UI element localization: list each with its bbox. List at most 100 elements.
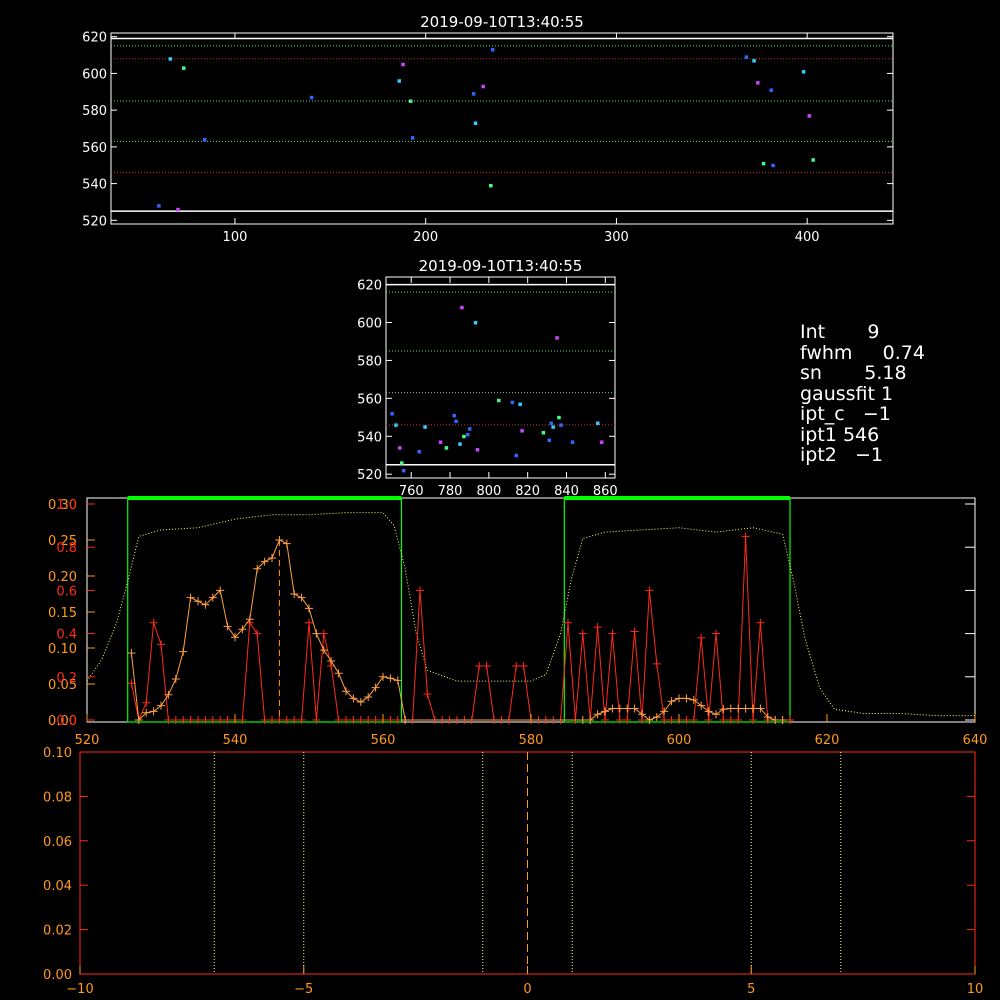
info-panel: Int 9 fwhm 0.74 sn 5.18 gaussfit 1 ipt_c… bbox=[800, 322, 925, 466]
series-orange-point bbox=[186, 593, 195, 602]
x-tick-label: 100 bbox=[223, 230, 248, 245]
series-orange-line bbox=[130, 539, 783, 722]
data-point bbox=[410, 136, 415, 140]
series-red-point bbox=[689, 716, 698, 724]
series-orange-point bbox=[778, 716, 787, 724]
series-orange-point bbox=[334, 669, 343, 678]
x-tick-label: 800 bbox=[476, 484, 501, 499]
plot-frame bbox=[86, 497, 976, 723]
series-red-point bbox=[171, 716, 180, 724]
data-point bbox=[490, 48, 495, 52]
series-red-point bbox=[578, 629, 587, 638]
data-point bbox=[466, 432, 470, 437]
series-orange-point bbox=[675, 694, 683, 703]
series-red-point bbox=[356, 716, 365, 724]
series-red-point bbox=[749, 716, 757, 724]
data-point bbox=[168, 57, 173, 61]
series-red-point bbox=[719, 716, 728, 724]
series-red-point bbox=[282, 716, 291, 724]
y-tick-label: 0.00 bbox=[43, 968, 72, 983]
y-tick-label-red: 0.4 bbox=[56, 628, 77, 643]
series-red-point bbox=[482, 662, 491, 670]
x-tick-label: 640 bbox=[963, 733, 988, 748]
series-red-point bbox=[238, 716, 247, 724]
series-orange-point bbox=[223, 622, 232, 631]
series-red-point bbox=[290, 716, 299, 724]
series-orange-point bbox=[171, 674, 180, 683]
series-orange-point bbox=[712, 710, 720, 719]
data-point bbox=[744, 55, 749, 59]
y-tick-label: 620 bbox=[357, 279, 382, 294]
data-point bbox=[599, 440, 604, 444]
series-red-point bbox=[601, 716, 609, 724]
info-row-int: Int 9 bbox=[800, 321, 880, 343]
series-red-point bbox=[386, 716, 395, 724]
data-point bbox=[460, 305, 464, 310]
series-red-point bbox=[201, 716, 210, 724]
data-point bbox=[202, 138, 207, 142]
y-tick-label: 580 bbox=[357, 354, 382, 369]
data-point bbox=[390, 412, 394, 416]
data-point bbox=[761, 161, 766, 166]
series-orange-point bbox=[615, 704, 624, 713]
series-red-point bbox=[726, 716, 735, 724]
series-orange-point bbox=[245, 615, 254, 624]
series-red-point bbox=[608, 629, 617, 638]
series-orange-point bbox=[734, 704, 743, 713]
series-red-point bbox=[312, 716, 321, 724]
x-tick-label: 5 bbox=[747, 982, 755, 997]
data-point bbox=[559, 423, 563, 427]
y-tick-label: 580 bbox=[82, 104, 107, 119]
series-red-point bbox=[667, 716, 676, 724]
series-orange-point bbox=[282, 539, 291, 548]
y-tick-label-orange: 0.15 bbox=[48, 606, 77, 621]
series-orange-point bbox=[305, 604, 313, 613]
data-point bbox=[514, 453, 519, 458]
series-orange-point bbox=[179, 647, 188, 656]
x-tick-label: 300 bbox=[604, 230, 629, 245]
y-tick-label: 520 bbox=[82, 214, 107, 229]
x-tick-label: 400 bbox=[795, 230, 820, 245]
series-orange-point bbox=[312, 629, 321, 638]
data-point bbox=[181, 66, 186, 70]
data-point bbox=[394, 423, 398, 427]
data-point bbox=[401, 468, 406, 473]
series-red-point bbox=[630, 627, 639, 636]
data-point bbox=[157, 204, 161, 208]
y-tick-label: 0.10 bbox=[43, 746, 72, 761]
series-red-point bbox=[393, 716, 402, 724]
series-red-point bbox=[756, 618, 765, 627]
y-tick-label: 0.08 bbox=[43, 790, 72, 805]
x-tick-label: 520 bbox=[75, 733, 100, 748]
series-orange-point bbox=[356, 698, 365, 706]
chart-title: 2019-09-10T13:40:55 bbox=[420, 13, 584, 31]
data-point bbox=[458, 442, 462, 446]
x-tick-label: 820 bbox=[515, 484, 540, 499]
data-point bbox=[176, 207, 180, 212]
series-red-point bbox=[157, 640, 165, 649]
series-orange-point bbox=[386, 674, 395, 683]
data-point bbox=[547, 438, 552, 443]
series-red-point bbox=[423, 690, 432, 699]
series-orange-point bbox=[275, 536, 284, 544]
data-point bbox=[769, 88, 773, 92]
series-red-point bbox=[223, 716, 232, 724]
data-point bbox=[510, 400, 515, 405]
data-point bbox=[551, 425, 555, 429]
series-orange-point bbox=[771, 716, 780, 724]
info-row-gaussfit: gaussfit 1 bbox=[800, 382, 894, 405]
series-red-point bbox=[253, 629, 262, 638]
info-row-ipt-c: ipt_c −1 bbox=[800, 403, 891, 425]
series-red-point bbox=[652, 659, 661, 668]
data-point bbox=[401, 62, 405, 67]
series-red-point bbox=[334, 716, 343, 724]
data-point bbox=[557, 415, 561, 420]
y-tick-label: 560 bbox=[82, 141, 107, 156]
data-point bbox=[807, 114, 812, 118]
series-red-point bbox=[623, 716, 632, 724]
series-red-point bbox=[712, 629, 720, 638]
data-point bbox=[481, 84, 485, 89]
transmission-profile bbox=[86, 512, 975, 717]
series-orange-point bbox=[127, 649, 136, 658]
y-tick-label: 560 bbox=[357, 392, 382, 407]
